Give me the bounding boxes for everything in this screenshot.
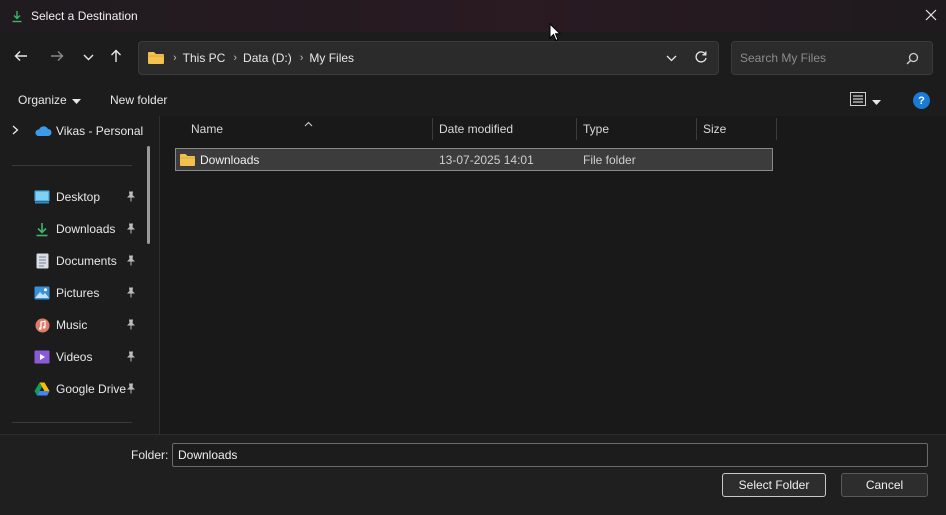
divider [12,422,132,423]
address-bar[interactable]: › This PC › Data (D:) › My Files [138,41,719,75]
dialog-footer: Folder: Downloads Select Folder Cancel [0,434,946,515]
command-bar: Organize New folder ? [0,86,946,116]
column-divider[interactable] [776,118,777,140]
pin-icon [126,191,138,203]
mouse-cursor-icon [549,22,562,42]
caret-down-icon [71,93,81,107]
sidebar-item-documents[interactable]: Documents [34,251,144,271]
pin-icon [126,351,138,363]
back-button[interactable] [10,46,32,68]
search-input[interactable] [740,50,900,66]
sidebar-item-label: Vikas - Personal [56,124,144,138]
title-bar: Select a Destination [0,0,946,32]
music-icon [34,317,50,333]
sidebar-item-label: Videos [56,350,93,364]
address-history-dropdown[interactable] [666,51,680,65]
pictures-icon [34,285,50,301]
sidebar-item-music[interactable]: Music [34,315,144,335]
recent-locations-button[interactable] [77,46,99,68]
chevron-down-icon [83,50,94,64]
folder-name-field[interactable]: Downloads [172,443,928,467]
file-date-modified: 13-07-2025 14:01 [439,152,534,167]
cancel-button[interactable]: Cancel [841,473,928,497]
chevron-right-icon: › [173,52,177,64]
organize-label: Organize [18,93,67,107]
details-view-icon [850,92,866,109]
breadcrumb-data-drive[interactable]: Data (D:) [243,51,292,65]
sidebar-item-label: Documents [56,254,117,268]
table-row[interactable]: Downloads 13-07-2025 14:01 File folder [175,148,773,171]
refresh-button[interactable] [694,50,710,66]
column-divider[interactable] [576,118,577,140]
up-button[interactable] [105,46,127,68]
select-folder-button[interactable]: Select Folder [722,473,826,497]
sidebar-item-label: Google Drive [56,382,127,396]
arrow-left-icon [14,50,28,65]
close-icon [925,9,937,24]
sidebar-item-downloads[interactable]: Downloads [34,219,144,239]
divider [12,165,132,166]
navigation-bar: › This PC › Data (D:) › My Files [0,32,946,86]
search-box[interactable] [731,41,933,75]
documents-icon [34,253,50,269]
column-header-date-modified[interactable]: Date modified [439,116,513,142]
organize-button[interactable]: Organize [18,93,81,107]
breadcrumb-my-files[interactable]: My Files [309,51,354,65]
desktop-icon [34,189,50,205]
sidebar-item-onedrive[interactable]: Vikas - Personal [12,124,143,138]
help-button[interactable]: ? [913,92,930,109]
pin-icon [126,287,138,299]
videos-icon [34,349,50,365]
sidebar-item-google-drive[interactable]: Google Drive [34,379,144,399]
chevron-right-icon: › [233,52,238,64]
chevron-right-icon[interactable] [12,124,22,138]
column-divider[interactable] [432,118,433,140]
new-folder-button[interactable]: New folder [110,93,167,107]
folder-label: Folder: [131,448,169,462]
sidebar-scrollbar[interactable] [147,146,150,244]
download-icon [10,9,24,23]
sidebar-item-label: Music [56,318,88,332]
sidebar-item-videos[interactable]: Videos [34,347,144,367]
folder-icon [179,153,196,167]
download-icon [34,221,50,237]
breadcrumb-this-pc[interactable]: This PC [183,51,226,65]
arrow-up-icon [110,49,122,66]
folder-icon [147,51,165,65]
chevron-right-icon: › [299,52,304,64]
sort-ascending-icon [304,116,314,127]
file-list: Name Date modified Type Size Downloads 1… [160,116,946,434]
google-drive-icon [34,381,50,397]
change-view-button[interactable] [850,92,881,109]
navigation-pane: Vikas - Personal Desktop Downloads Docum… [0,116,160,434]
forward-button[interactable] [46,46,68,68]
file-type: File folder [583,152,636,167]
sidebar-item-label: Desktop [56,190,101,204]
refresh-icon [695,51,707,63]
sidebar-item-pictures[interactable]: Pictures [34,283,144,303]
sidebar-item-label: Pictures [56,286,100,300]
caret-down-icon [872,94,881,108]
window-title: Select a Destination [31,9,138,23]
chevron-down-icon [666,55,677,62]
arrow-right-icon [50,50,64,65]
column-header-size[interactable]: Size [703,116,726,142]
file-name: Downloads [200,152,260,167]
sidebar-item-desktop[interactable]: Desktop [34,187,144,207]
pin-icon [126,223,138,235]
close-button[interactable] [916,0,946,32]
pin-icon [126,319,138,331]
search-icon[interactable] [906,52,920,66]
pin-icon [126,383,138,395]
column-divider[interactable] [696,118,697,140]
sidebar-item-label: Downloads [56,222,116,236]
column-header-type[interactable]: Type [583,116,609,142]
pin-icon [126,255,138,267]
cloud-icon [34,125,52,137]
column-header-name[interactable]: Name [191,116,223,142]
